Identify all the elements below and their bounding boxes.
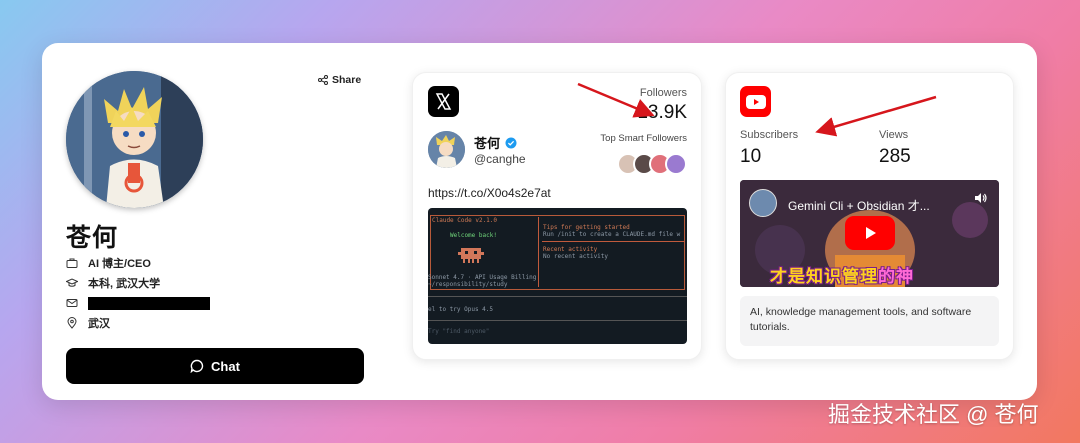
terminal-tips-title: Tips for getting started (543, 224, 630, 231)
terminal-path-line: ~/responsibility/study (428, 281, 508, 288)
followers-label: Followers (639, 87, 687, 99)
terminal-model-line: Sonnet 4.7 · API Usage Billing (428, 274, 537, 281)
youtube-logo-icon (740, 86, 771, 117)
briefcase-icon (66, 258, 78, 268)
share-label: Share (332, 74, 362, 86)
video-thumbnail[interactable]: Gemini Cli + Obsidian 才... 才是知识管理的神 (740, 180, 999, 287)
terminal-welcome: Welcome back! (450, 232, 497, 239)
location-pin-icon (67, 317, 77, 329)
video-caption-main: 才是知识管理 (770, 267, 878, 286)
youtube-channel-panel[interactable]: Subscribers 10 Views 285 Gemini Cli + Ob… (725, 72, 1014, 360)
chat-label: Chat (211, 358, 240, 374)
terminal-prompt-line: Try "find anyone" (428, 328, 490, 335)
x-profile-panel[interactable]: Followers 13.9K 苍何 @canghe Top Smart Fol… (412, 72, 702, 360)
x-display-name: 苍何 (474, 133, 517, 152)
x-avatar (428, 131, 465, 168)
info-row-email (66, 293, 210, 313)
video-caption: 才是知识管理的神 (770, 262, 914, 287)
info-row-education: 本科, 武汉大学 (66, 273, 210, 293)
profile-avatar (66, 71, 203, 208)
graduation-cap-icon (66, 278, 78, 287)
smart-follower-avatar[interactable] (665, 153, 687, 175)
profile-location: 武汉 (88, 318, 110, 330)
profile-name: 苍何 (66, 224, 119, 252)
channel-description: AI, knowledge management tools, and soft… (740, 296, 999, 346)
terminal-screenshot: Claude Code v2.1.0 Welcome back! Sonnet … (428, 208, 687, 344)
chat-bubble-icon (190, 359, 204, 373)
terminal-recent-title: Recent activity (543, 246, 598, 253)
top-smart-followers-label: Top Smart Followers (600, 133, 687, 144)
views-label: Views (879, 129, 909, 141)
redacted-email (88, 296, 210, 310)
x-name-text: 苍何 (474, 136, 501, 151)
terminal-try-line: el to try Opus 4.5 (428, 306, 494, 313)
x-handle: @canghe (474, 152, 526, 166)
chat-button[interactable]: Chat (66, 348, 364, 384)
terminal-tips-line: Run /init to create a CLAUDE.md file w (543, 231, 681, 238)
share-button[interactable]: Share (318, 74, 361, 86)
x-post-link[interactable]: https://t.co/X0o4s2e7at (428, 186, 551, 200)
x-logo-icon (428, 86, 459, 117)
info-row-title: AI 博主/CEO (66, 253, 210, 273)
profile-info-list: AI 博主/CEO 本科, 武汉大学 武汉 (66, 253, 210, 333)
play-icon[interactable] (845, 216, 895, 250)
subscribers-label: Subscribers (740, 129, 799, 141)
video-channel-avatar (749, 189, 777, 217)
share-icon (318, 75, 328, 85)
followers-value: 13.9K (637, 102, 687, 123)
mascot-icon (458, 248, 484, 263)
profile-education: 本科, 武汉大学 (88, 278, 161, 290)
watermark: 掘金技术社区 @ 苍何 (828, 402, 1039, 427)
verified-badge-icon (505, 137, 517, 148)
video-title: Gemini Cli + Obsidian 才... (788, 199, 930, 213)
volume-icon[interactable] (974, 192, 988, 204)
subscribers-value: 10 (740, 146, 762, 167)
profile-card: Share 苍何 AI 博主/CEO 本科, 武汉大学 武汉 Chat Foll… (42, 43, 1037, 400)
mail-icon (66, 299, 78, 307)
terminal-recent-line: No recent activity (543, 253, 609, 260)
views-value: 285 (879, 146, 911, 167)
terminal-header: Claude Code v2.1.0 (432, 217, 498, 224)
smart-followers-avatars[interactable] (617, 153, 687, 175)
info-row-location: 武汉 (66, 313, 210, 333)
video-caption-accent: 的神 (878, 267, 914, 286)
profile-title: AI 博主/CEO (88, 258, 151, 270)
